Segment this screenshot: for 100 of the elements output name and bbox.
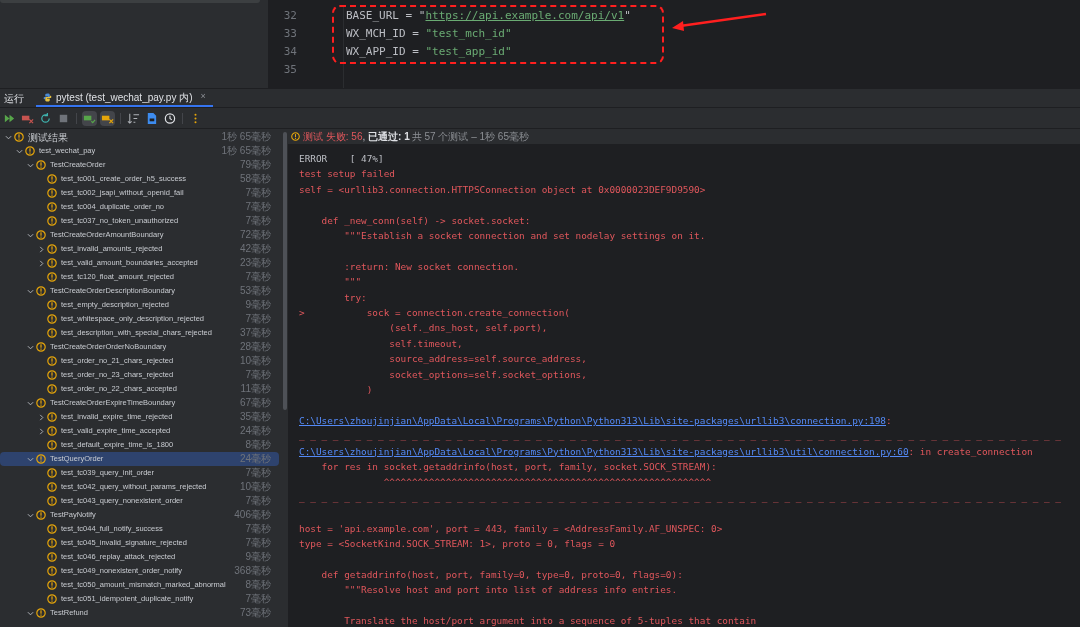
console-line: (self._dns_host, self.port),	[388, 321, 548, 336]
test-duration: 7毫秒	[245, 523, 271, 535]
console-text: :	[886, 413, 892, 428]
console-line: def getaddrinfo(host, port, family=0, type=0, proto=0, flags=0):	[320, 567, 683, 582]
test-duration: 37毫秒	[239, 327, 271, 339]
test-duration: 7毫秒	[245, 537, 271, 549]
test-duration: 73毫秒	[239, 607, 271, 619]
test-duration: 7毫秒	[245, 369, 271, 381]
ignored-filter-button[interactable]	[100, 110, 115, 126]
warning-icon	[47, 370, 57, 380]
warning-icon	[47, 258, 57, 268]
warning-icon	[291, 132, 300, 141]
warning-icon	[47, 314, 57, 324]
test-duration: 9毫秒	[245, 299, 271, 311]
console-line: def _new_conn(self) -> socket.socket:	[320, 213, 531, 228]
warning-icon	[47, 412, 57, 422]
warning-icon	[47, 216, 57, 226]
passed-filter-button[interactable]	[82, 110, 97, 126]
chevron-down-icon[interactable]	[27, 455, 34, 463]
warning-icon	[47, 524, 57, 534]
console-line: """Establish a socket connection and set nodelay settings on it.	[343, 229, 706, 243]
test-duration: 23毫秒	[239, 257, 271, 269]
warning-icon	[47, 300, 57, 310]
console-line: test setup failed	[299, 167, 395, 182]
scrollbar-thumb[interactable]	[283, 132, 287, 410]
warning-icon	[47, 426, 57, 436]
file-link[interactable]: C:\Users\zhoujinjian\AppData\Local\Programs\Python\Python313\Lib\site-packages\urllib3\util\connection.py:60	[299, 443, 909, 460]
console-line: > sock = connection.create_connection(	[299, 306, 570, 321]
console-line: :return: New socket connection.	[343, 259, 520, 274]
test-duration: 79毫秒	[239, 159, 271, 171]
clock-icon	[163, 111, 176, 125]
console-line: socket_options=self.socket_options,	[388, 367, 587, 382]
warning-icon	[36, 342, 46, 352]
console-line: ^^^^^^^^^^^^^^^^^^^^^^^^^^^^^^^^^^^^^^^^^^^^^^^^^^^^^^^^^^	[382, 475, 712, 490]
document-icon	[145, 111, 158, 125]
warning-icon	[14, 132, 24, 142]
run-label: 运行	[4, 91, 24, 106]
console-text: : in create_connection	[908, 444, 1033, 459]
chevron-down-icon[interactable]	[27, 609, 34, 617]
code-line: WX_APP_ID = "test_app_id"	[346, 44, 513, 60]
tree-row[interactable]: 测试结果 1秒 65毫秒	[0, 130, 279, 144]
line-number: 32	[283, 8, 297, 24]
console-line: for res in socket.getaddrinfo(host, port, family, socket.SOCK_STREAM):	[320, 460, 717, 475]
console-line: _ _ _ _ _ _ _ _ _ _ _ _ _ _ _ _ _ _ _ _ _ _ _ _ _ _ _ _ _ _ _ _ _ _ _ _ _ _ _ _ _ _ _ _ _ _ _ _ _ _ _ _ _ _ _ _ _ _ _ _ _ _ _ _ _ _ _ _	[299, 429, 1061, 444]
console-line: self = <urllib3.connection.HTTPSConnection object at 0x0000023DEF9D9590>	[299, 182, 706, 197]
warning-icon	[36, 230, 46, 240]
test-duration: 7毫秒	[245, 313, 271, 325]
warning-icon	[47, 272, 57, 282]
console-line: ERROR [ 47%]	[299, 152, 384, 166]
warning-icon	[47, 244, 57, 254]
test-duration: 7毫秒	[245, 495, 271, 507]
warning-icon	[47, 594, 57, 604]
code-line: WX_MCH_ID = "test_mch_id"	[346, 26, 513, 42]
test-duration: 42毫秒	[239, 243, 271, 255]
console-line: try:	[343, 290, 367, 305]
history-button[interactable]	[162, 110, 177, 126]
test-duration: 368毫秒	[234, 565, 271, 577]
warning-icon	[47, 328, 57, 338]
warning-icon	[47, 202, 57, 212]
chevron-down-icon[interactable]	[27, 231, 34, 239]
test-duration: 24毫秒	[239, 425, 271, 437]
warning-icon	[36, 286, 46, 296]
line-number: 33	[283, 26, 297, 42]
console-line: Translate the host/port argument into a sequence of 5-tuples that contain	[343, 614, 757, 627]
console-line: self.timeout,	[388, 336, 463, 351]
sort-icon	[127, 111, 140, 125]
test-duration: 11毫秒	[240, 383, 271, 395]
warning-icon	[47, 552, 57, 562]
refresh-icon	[39, 111, 52, 125]
test-duration: 9毫秒	[245, 551, 271, 563]
warning-icon	[36, 454, 46, 464]
test-duration: 7毫秒	[245, 467, 271, 479]
console-line: )	[365, 383, 373, 398]
test-duration: 67毫秒	[239, 397, 271, 409]
chevron-down-icon[interactable]	[27, 511, 34, 519]
console-line: """	[343, 275, 362, 290]
warning-icon	[47, 440, 57, 450]
test-duration: 7毫秒	[245, 215, 271, 227]
test-duration: 28毫秒	[239, 341, 271, 353]
warning-icon	[36, 398, 46, 408]
chevron-down-icon[interactable]	[27, 343, 34, 351]
file-link[interactable]: C:\Users\zhoujinjian\AppData\Local\Programs\Python\Python313\Lib\site-packages\urllib3\connection.py:198	[299, 412, 886, 429]
test-duration: 7毫秒	[245, 593, 271, 605]
test-duration: 406毫秒	[234, 509, 271, 521]
warning-icon	[47, 566, 57, 576]
test-duration: 53毫秒	[239, 285, 271, 297]
test-duration: 35毫秒	[239, 411, 271, 423]
chevron-down-icon[interactable]	[27, 287, 34, 295]
test-name: 测试结果	[28, 130, 68, 145]
test-duration: 72毫秒	[239, 229, 271, 241]
console-line: type = <SocketKind.SOCK_STREAM: 1>, proto = 0, flags = 0	[299, 537, 616, 552]
warning-icon	[47, 538, 57, 548]
test-duration: 8毫秒	[245, 439, 271, 451]
warning-icon	[25, 146, 35, 156]
warning-icon	[47, 496, 57, 506]
close-tab-button[interactable]: ×	[200, 90, 206, 104]
warning-icon	[47, 356, 57, 366]
chevron-down-icon[interactable]	[27, 399, 34, 407]
console-line: source_address=self.source_address,	[388, 352, 587, 367]
refresh-button[interactable]	[38, 110, 53, 126]
